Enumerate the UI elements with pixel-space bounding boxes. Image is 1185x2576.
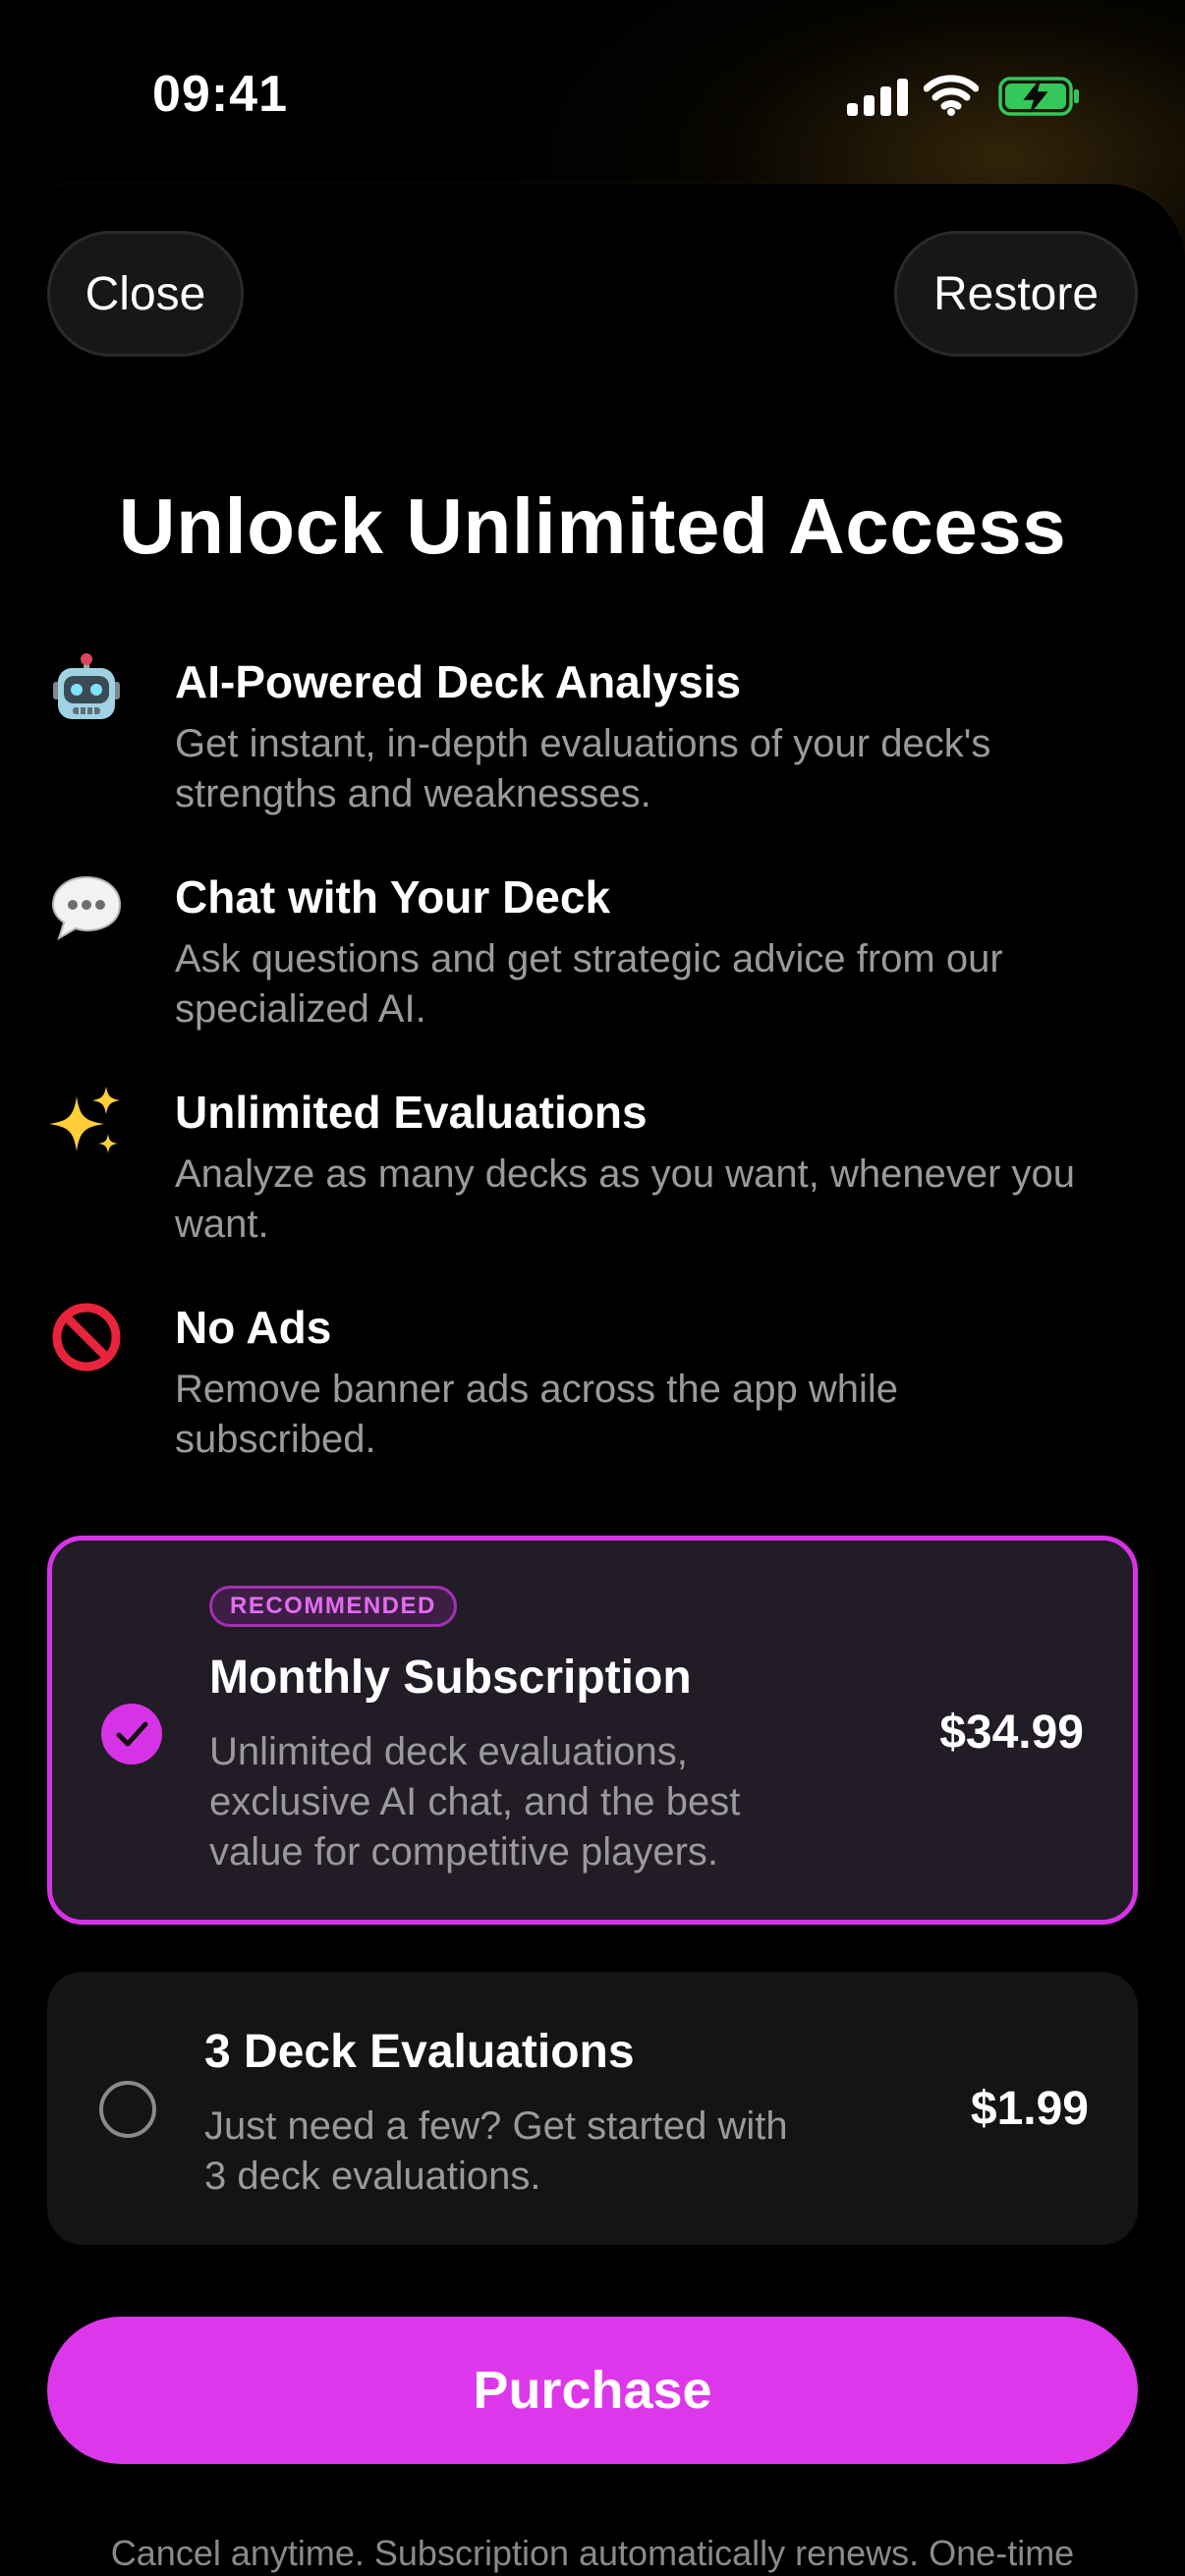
radio-unselected[interactable] <box>99 2081 156 2138</box>
recommended-badge: RECOMMENDED <box>209 1586 457 1627</box>
plan-title: 3 Deck Evaluations <box>204 2026 635 2078</box>
sparkles-icon <box>49 1087 120 1153</box>
plan-option-monthly[interactable]: RECOMMENDED Monthly Subscription Unlimit… <box>47 1536 1138 1925</box>
feature-description: Ask questions and get strategic advice f… <box>175 937 1003 1031</box>
checkmark-icon <box>116 1721 148 1747</box>
plan-title: Monthly Subscription <box>209 1652 692 1704</box>
close-button[interactable]: Close <box>47 231 244 357</box>
feature-description: Remove banner ads across the app while s… <box>175 1368 898 1461</box>
radio-selected[interactable] <box>101 1704 162 1764</box>
restore-button[interactable]: Restore <box>894 231 1138 357</box>
plan-price: $1.99 <box>970 2083 1089 2135</box>
plan-option-3-evaluations[interactable]: 3 Deck Evaluations Just need a few? Get … <box>47 1972 1138 2245</box>
footer-disclaimer: Cancel anytime. Subscription automatical… <box>110 2533 1075 2573</box>
wifi-icon <box>924 75 979 116</box>
battery-charging-icon <box>998 77 1079 116</box>
feature-title: Unlimited Evaluations <box>175 1087 648 1138</box>
status-time: 09:41 <box>152 66 288 123</box>
cellular-signal-icon <box>847 79 908 116</box>
no-entry-icon <box>52 1303 121 1372</box>
feature-title: Chat with Your Deck <box>175 871 611 923</box>
plan-description: Just need a few? Get started with 3 deck… <box>204 2104 788 2198</box>
feature-description: Analyze as many decks as you want, whene… <box>175 1152 1076 1246</box>
plan-description: Unlimited deck evaluations, exclusive AI… <box>209 1730 741 1874</box>
speech-bubble-icon <box>51 875 122 941</box>
feature-title: No Ads <box>175 1302 332 1353</box>
page-title: Unlock Unlimited Access <box>118 482 1067 570</box>
plan-price: $34.99 <box>939 1707 1084 1759</box>
purchase-button[interactable]: Purchase <box>47 2317 1138 2464</box>
status-bar: 09:41 <box>0 0 1185 187</box>
feature-title: AI-Powered Deck Analysis <box>175 656 742 707</box>
feature-description: Get instant, in-depth evaluations of you… <box>175 722 991 815</box>
robot-icon <box>53 653 120 719</box>
